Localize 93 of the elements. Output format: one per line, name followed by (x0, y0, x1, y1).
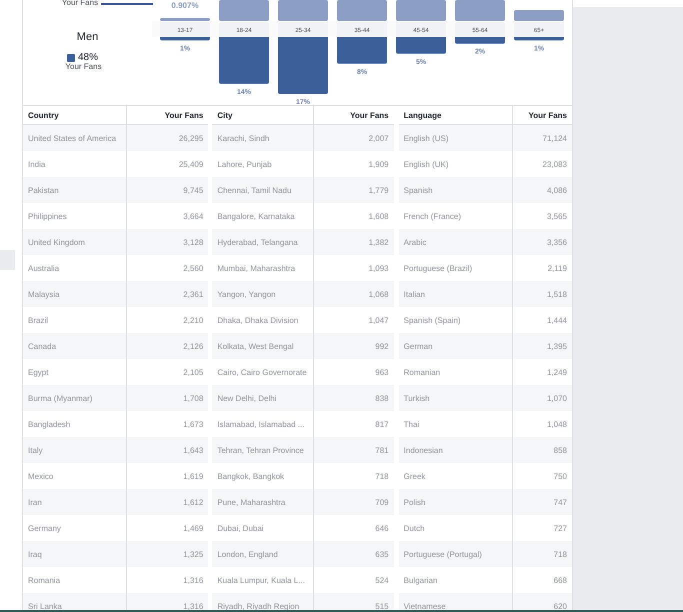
table-cell: 23,083 (512, 151, 572, 177)
table-cell: Riyadh, Riyadh Region (212, 593, 314, 610)
table-cell: 4,086 (512, 177, 572, 203)
table-cell: Arabic (398, 229, 512, 255)
table-cell: Pakistan (23, 177, 127, 203)
table-cell: Kolkata, West Bengal (212, 333, 314, 359)
table-cell: Pune, Maharashtra (212, 489, 314, 515)
table-cell: Italian (398, 281, 512, 307)
table-cell: London, England (212, 541, 314, 567)
table-cell: 515 (313, 593, 394, 610)
tab-indicator (101, 3, 153, 5)
table-cell: 1,395 (512, 333, 572, 359)
data-label: 0.907% (171, 1, 199, 10)
table-cell: 1,619 (126, 463, 208, 489)
table-cell: 1,048 (512, 411, 572, 437)
table-cell: 2,007 (313, 124, 394, 151)
table-cell: Karachi, Sindh (212, 124, 314, 151)
table-cell: 1,047 (313, 307, 394, 333)
table-cell: 1,708 (126, 385, 208, 411)
table-cell: 1,612 (126, 489, 208, 515)
table-cell: 1,068 (313, 281, 394, 307)
table-cell: 9,745 (126, 177, 208, 203)
table-cell: 3,565 (512, 203, 572, 229)
table-cell: 1,070 (512, 385, 572, 411)
table-cell: 2,560 (126, 255, 208, 281)
table-cell: 1,673 (126, 411, 208, 437)
table-cell: Italy (23, 437, 127, 463)
table-cell: 1,316 (126, 593, 208, 610)
table-cell: Iraq (23, 541, 127, 567)
table-cell: English (US) (398, 124, 512, 151)
gender-label: Men (76, 31, 98, 43)
table-cell: 635 (313, 541, 394, 567)
table-cell: 71,124 (512, 124, 572, 151)
bar (455, 0, 505, 21)
table-cell: 1,444 (512, 307, 572, 333)
table-cell: 3,664 (126, 203, 208, 229)
table-cell: Polish (398, 489, 512, 515)
table-cell: Canada (23, 333, 127, 359)
table-cell: 781 (313, 437, 394, 463)
table-cell: 2,105 (126, 359, 208, 385)
table-cell: 817 (313, 411, 394, 437)
table-cell: 1,382 (313, 229, 394, 255)
table-cell: 2,210 (126, 307, 208, 333)
table-cell: Vietnamese (398, 593, 512, 610)
table-cell: 2,361 (126, 281, 208, 307)
table-cell: 646 (313, 515, 394, 541)
table-cell: 1,518 (512, 281, 572, 307)
table-cell: 709 (313, 489, 394, 515)
table-cell: 1,909 (313, 151, 394, 177)
table-cell: Portuguese (Portugal) (398, 541, 512, 567)
table-cell: United States of America (23, 124, 127, 151)
table-cell: 3,356 (512, 229, 572, 255)
table-cell: New Delhi, Delhi (212, 385, 314, 411)
table-cell: German (398, 333, 512, 359)
table-cell: Sri Lanka (23, 593, 127, 610)
table-cell: 727 (512, 515, 572, 541)
table-cell: 1,643 (126, 437, 208, 463)
table-cell: 524 (313, 567, 394, 593)
table-cell: 1,779 (313, 177, 394, 203)
share-value: 48% (78, 53, 98, 63)
table-cell: 2,126 (126, 333, 208, 359)
table-cell: Malaysia (23, 281, 127, 307)
table-cell: 668 (512, 567, 572, 593)
table-cell: Yangon, Yangon (212, 281, 314, 307)
table-cell: Turkish (398, 385, 512, 411)
table-cell: Chennai, Tamil Nadu (212, 177, 314, 203)
table-cell: Tehran, Tehran Province (212, 437, 314, 463)
table-cell: 858 (512, 437, 572, 463)
table-cell: Iran (23, 489, 127, 515)
table-cell: 26,295 (126, 124, 208, 151)
table-cell: 3,128 (126, 229, 208, 255)
table-cell: 838 (313, 385, 394, 411)
table-cell: 992 (313, 333, 394, 359)
fans-caption: Your Fans (65, 63, 102, 71)
table-cell: 963 (313, 359, 394, 385)
table-cell: 1,316 (126, 567, 208, 593)
table-cell: United Kingdom (23, 229, 127, 255)
table-cell: Burma (Myanmar) (23, 385, 127, 411)
table-cell: Indonesian (398, 437, 512, 463)
table-cell: 1,469 (126, 515, 208, 541)
table-cell: 1,608 (313, 203, 394, 229)
table-cell: Hyderabad, Telangana (212, 229, 314, 255)
table-cell: 747 (512, 489, 572, 515)
table-cell: Spanish (398, 177, 512, 203)
table-cell: 718 (313, 463, 394, 489)
table-cell: 25,409 (126, 151, 208, 177)
table-cell: 1,249 (512, 359, 572, 385)
table-cell: 1,325 (126, 541, 208, 567)
table-cell: 750 (512, 463, 572, 489)
table-cell: 2,119 (512, 255, 572, 281)
table-cell: 1,093 (313, 255, 394, 281)
table-cell: 620 (512, 593, 572, 610)
table-cell: 718 (512, 541, 572, 567)
